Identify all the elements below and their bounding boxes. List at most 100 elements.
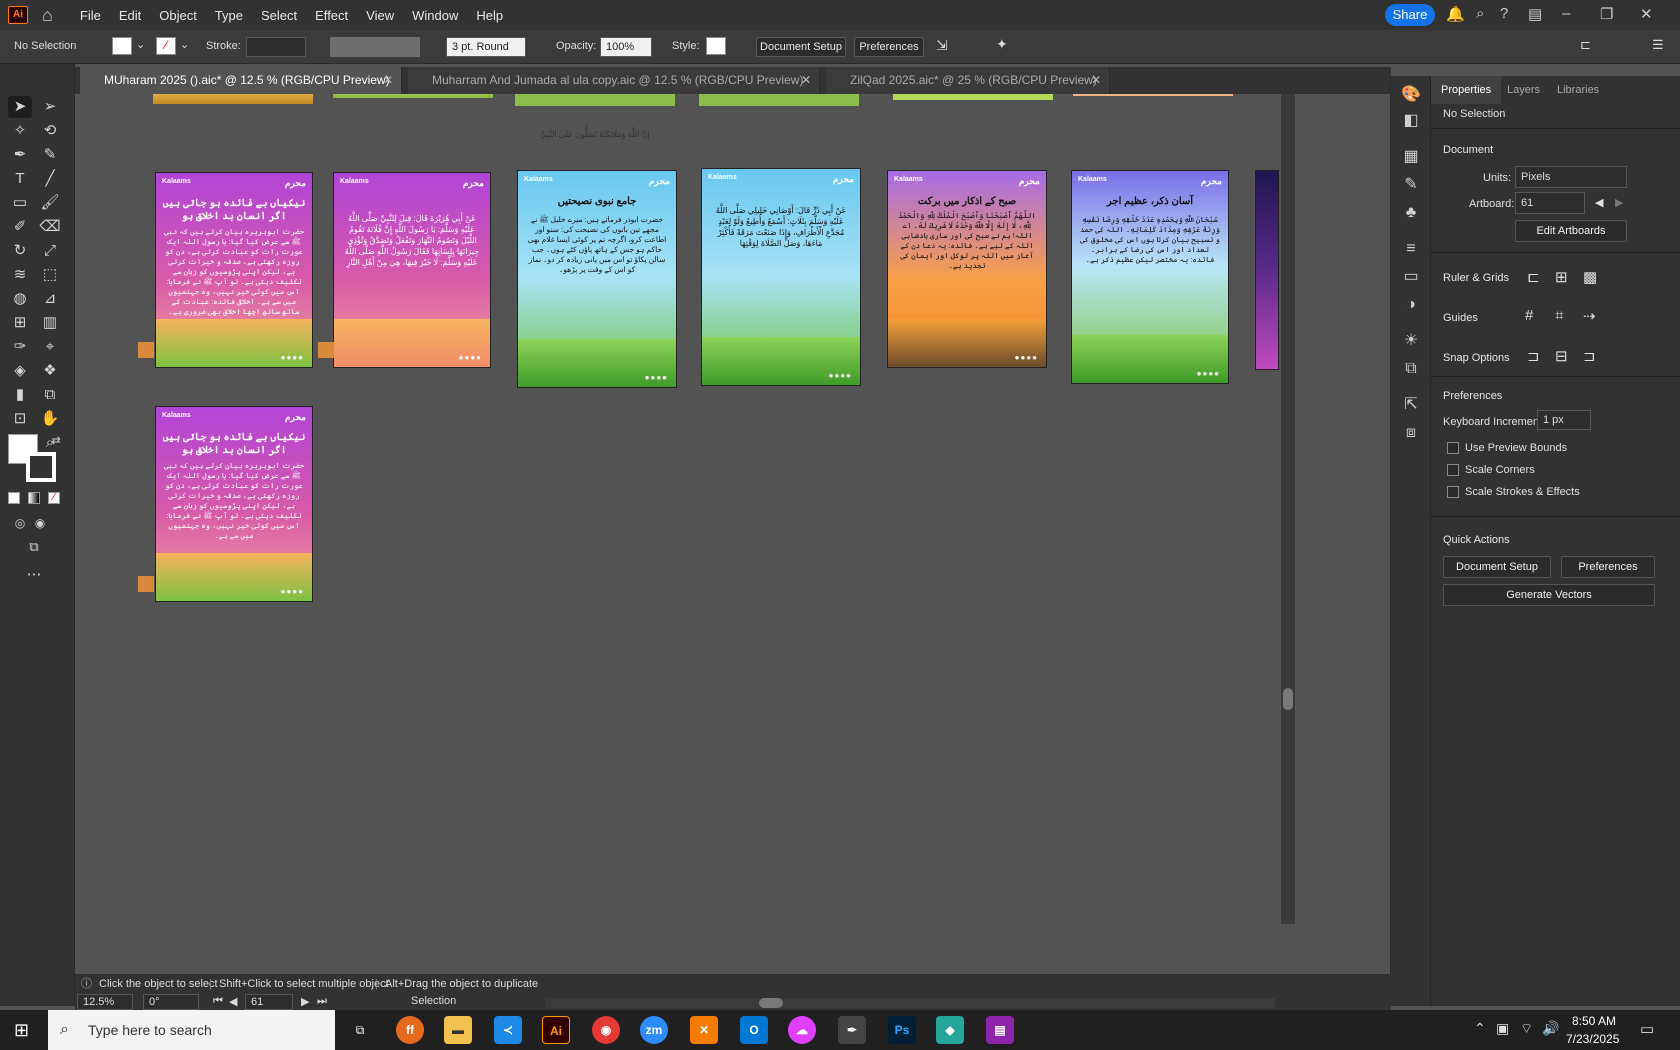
next-artboard-icon[interactable]: ▶ xyxy=(1615,196,1623,209)
outlook-icon[interactable]: O xyxy=(740,1016,768,1044)
artboard-partial[interactable] xyxy=(699,94,859,106)
gradient-mode-icon[interactable] xyxy=(28,492,40,504)
next-artboard-icon[interactable]: ▶ xyxy=(301,995,309,1008)
artboard-handle[interactable] xyxy=(138,576,154,592)
artboard-4[interactable]: Kalaams محرم عَنْ أَبِي ذَرٍّ قَالَ: أَو… xyxy=(701,168,861,386)
artboard-handle[interactable] xyxy=(318,342,334,358)
arrange-icon[interactable]: ⇲ xyxy=(936,37,948,54)
eraser-tool-icon[interactable]: ⌫ xyxy=(38,216,62,238)
artboard-6[interactable]: Kalaams محرم آسان ذکر، عظیم اجر سُبْحَان… xyxy=(1071,170,1229,384)
panel-menu-icon[interactable]: ☰ xyxy=(1652,37,1664,53)
horizontal-scrollbar[interactable] xyxy=(545,998,1275,1008)
illustrator-taskbar-icon[interactable]: Ai xyxy=(542,1016,570,1044)
graphic-style-swatch[interactable] xyxy=(706,37,726,55)
clock-time[interactable]: 8:50 AM xyxy=(1572,1014,1616,1028)
help-icon[interactable]: ? xyxy=(1500,5,1508,22)
scrollbar-thumb[interactable] xyxy=(1283,688,1293,710)
rulers-icon[interactable]: ⊏ xyxy=(1527,268,1540,286)
canvas[interactable]: إِنَّ اللَّهَ وَمَلَائِكَتَهُ يُصَلُّونَ… xyxy=(75,94,1371,974)
artboard-3[interactable]: Kalaams محرم جامع نبوی نصیحتیں حضرت ابوذ… xyxy=(517,170,677,388)
clock-date[interactable]: 7/23/2025 xyxy=(1566,1032,1619,1046)
scale-tool-icon[interactable]: ⤢ xyxy=(38,240,62,262)
previous-artboard-icon[interactable]: ◀ xyxy=(1595,196,1603,209)
transparency-icon[interactable]: ◑ xyxy=(1391,290,1431,320)
checkbox-box[interactable] xyxy=(1447,486,1459,499)
artboard-partial[interactable] xyxy=(1255,170,1279,370)
pen-tool-icon[interactable]: ✒ xyxy=(8,144,32,166)
vscode-icon[interactable]: ≺ xyxy=(494,1016,522,1044)
windows-start-icon[interactable]: ⊞ xyxy=(14,1020,34,1040)
chevron-down-icon[interactable]: ⌄ xyxy=(136,38,145,51)
close-window-icon[interactable]: ✕ xyxy=(1640,5,1653,23)
artboard-2[interactable]: Kalaams محرم عَنْ أَبِي هُرَيْرَةَ قَالَ… xyxy=(333,172,491,368)
artboard-partial[interactable] xyxy=(333,94,493,98)
menu-help[interactable]: Help xyxy=(467,8,512,23)
curvature-tool-icon[interactable]: ✎ xyxy=(38,144,62,166)
tab-properties[interactable]: Properties xyxy=(1431,76,1502,104)
type-tool-icon[interactable]: T xyxy=(8,168,32,190)
document-setup-button[interactable]: Document Setup xyxy=(1443,556,1551,578)
menu-object[interactable]: Object xyxy=(150,8,206,23)
home-icon[interactable]: ⌂ xyxy=(42,5,53,26)
blend-tool-icon[interactable]: ◈ xyxy=(8,360,32,382)
document-setup-button[interactable]: Document Setup xyxy=(756,37,846,57)
perspective-grid-tool-icon[interactable]: ⊿ xyxy=(38,288,62,310)
generate-vectors-button[interactable]: Generate Vectors xyxy=(1443,584,1655,606)
volume-icon[interactable]: 🔊 xyxy=(1542,1020,1559,1037)
zoom-dropdown[interactable]: 12.5% xyxy=(77,994,133,1010)
minimize-icon[interactable]: – xyxy=(1562,5,1570,22)
scale-corners-checkbox[interactable]: Scale Corners xyxy=(1447,464,1535,477)
first-artboard-icon[interactable]: ⏮ xyxy=(213,995,223,1008)
artboard-8[interactable]: Kalaams محرم نیکیاں بے فائدہ ہو جاتی ہیں… xyxy=(155,406,313,602)
export-icon[interactable]: ⇱ xyxy=(1391,390,1431,420)
tab-libraries[interactable]: Libraries xyxy=(1547,76,1609,104)
artboard-5[interactable]: Kalaams محرم صبح کے اذکار میں برکت اللَّ… xyxy=(887,170,1047,368)
stroke-color-box[interactable] xyxy=(26,452,56,482)
checkbox-box[interactable] xyxy=(1447,464,1459,477)
symbols-icon[interactable]: ♣ xyxy=(1391,198,1431,228)
close-icon[interactable]: ✕ xyxy=(801,67,811,94)
transparency-grid-icon[interactable]: ▩ xyxy=(1583,268,1597,286)
photoshop-icon[interactable]: Ps xyxy=(888,1016,916,1044)
rotation-dropdown[interactable]: 0° xyxy=(143,994,199,1010)
artboard-tool-icon[interactable]: ⊡ xyxy=(8,408,32,430)
fill-swatch[interactable] xyxy=(112,37,132,55)
artboard-partial[interactable] xyxy=(153,94,313,104)
line-tool-icon[interactable]: ╱ xyxy=(38,168,62,190)
stroke-weight-field[interactable] xyxy=(246,37,306,57)
bell-icon[interactable]: 🔔 xyxy=(1446,5,1465,23)
wifi-icon[interactable]: ⌔ xyxy=(1520,1020,1533,1038)
winrar-icon[interactable]: ▤ xyxy=(986,1016,1014,1044)
file-explorer-icon[interactable]: ▬ xyxy=(444,1016,472,1044)
variable-width-profile[interactable] xyxy=(330,37,420,57)
checkbox-box[interactable] xyxy=(1447,442,1459,455)
tab-zilqad-2025[interactable]: ZilQad 2025.aic* @ 25 % (RGB/CPU Preview… xyxy=(826,67,1110,94)
menu-effect[interactable]: Effect xyxy=(306,8,357,23)
preferences-button[interactable]: Preferences xyxy=(854,37,924,57)
share-button[interactable]: Share xyxy=(1385,4,1435,26)
restore-icon[interactable]: ❐ xyxy=(1600,5,1613,23)
slice-tool-icon[interactable]: ⧉ xyxy=(38,384,62,406)
preferences-button[interactable]: Preferences xyxy=(1561,556,1655,578)
rotate-tool-icon[interactable]: ↻ xyxy=(8,240,32,262)
tab-layers[interactable]: Layers xyxy=(1497,76,1550,104)
hand-tool-icon[interactable]: ✋ xyxy=(38,408,62,430)
tab-muharam-2025[interactable]: MUharam 2025 ().aic* @ 12.5 % (RGB/CPU P… xyxy=(80,67,402,94)
edit-artboards-button[interactable]: Edit Artboards xyxy=(1515,220,1627,242)
align-icon[interactable]: ⊏ xyxy=(1580,37,1591,53)
direct-selection-tool-icon[interactable]: ➢ xyxy=(38,96,62,118)
chevron-down-icon[interactable]: ⌄ xyxy=(180,38,189,51)
paintbrush-tool-icon[interactable]: 🖌 xyxy=(38,192,62,214)
column-graph-tool-icon[interactable]: ▮ xyxy=(8,384,32,406)
notifications-icon[interactable]: ▭ xyxy=(1640,1020,1654,1038)
swap-fill-stroke-icon[interactable]: ⇄ xyxy=(44,430,68,452)
search-icon[interactable]: ⌕ xyxy=(1476,5,1484,22)
scale-strokes-checkbox[interactable]: Scale Strokes & Effects xyxy=(1447,486,1580,499)
artboards-panel-icon[interactable]: ⧈ xyxy=(1391,418,1431,448)
creative-cloud-icon[interactable]: ☁ xyxy=(788,1016,816,1044)
measure-tool-icon[interactable]: ⌖ xyxy=(38,336,62,358)
workspace-icon[interactable]: ▤ xyxy=(1528,5,1542,23)
lock-guides-icon[interactable]: ⌗ xyxy=(1555,307,1563,324)
color-mode-icon[interactable] xyxy=(8,492,20,504)
appearance-icon[interactable]: ☀ xyxy=(1391,326,1431,356)
